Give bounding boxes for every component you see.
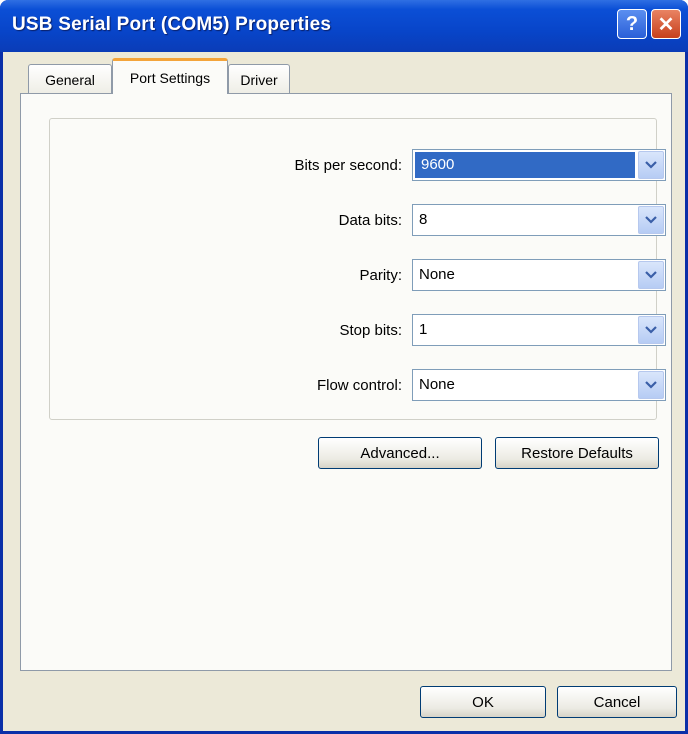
tab-panel: Bits per second: 9600 Data bits: 8 Parit… [20, 93, 672, 671]
help-button[interactable]: ? [617, 9, 647, 39]
flow-control-label: Flow control: [316, 377, 402, 394]
bits-per-second-label: Bits per second: [294, 157, 402, 174]
bits-per-second-dropdown[interactable]: 9600 [412, 149, 666, 181]
close-button[interactable]: ✕ [651, 9, 681, 39]
chevron-down-icon[interactable] [638, 151, 664, 179]
parity-value: None [419, 266, 455, 283]
restore-defaults-button[interactable]: Restore Defaults [495, 437, 659, 469]
flow-control-dropdown[interactable]: None [412, 369, 666, 401]
data-bits-value: 8 [419, 211, 428, 228]
window-title: USB Serial Port (COM5) Properties [12, 14, 332, 35]
tab-driver[interactable]: Driver [228, 64, 290, 94]
bits-per-second-value: 9600 [415, 152, 635, 178]
chevron-down-icon[interactable] [638, 316, 664, 344]
title-bar[interactable]: USB Serial Port (COM5) Properties ? ✕ [0, 0, 688, 52]
chevron-down-icon[interactable] [638, 261, 664, 289]
chevron-down-icon[interactable] [638, 206, 664, 234]
cancel-button[interactable]: Cancel [557, 686, 677, 718]
close-icon: ✕ [657, 13, 675, 36]
flow-control-value: None [419, 376, 455, 393]
settings-group: Bits per second: 9600 Data bits: 8 Parit… [49, 118, 666, 420]
tab-port-settings[interactable]: Port Settings [112, 58, 228, 94]
parity-dropdown[interactable]: None [412, 259, 666, 291]
stop-bits-dropdown[interactable]: 1 [412, 314, 666, 346]
parity-label: Parity: [359, 267, 402, 284]
stop-bits-value: 1 [419, 321, 428, 338]
tab-general[interactable]: General [28, 64, 112, 94]
ok-button[interactable]: OK [420, 686, 546, 718]
help-icon: ? [625, 12, 639, 35]
chevron-down-icon[interactable] [638, 371, 664, 399]
data-bits-dropdown[interactable]: 8 [412, 204, 666, 236]
advanced-button[interactable]: Advanced... [318, 437, 482, 469]
data-bits-label: Data bits: [338, 212, 402, 229]
stop-bits-label: Stop bits: [339, 322, 402, 339]
